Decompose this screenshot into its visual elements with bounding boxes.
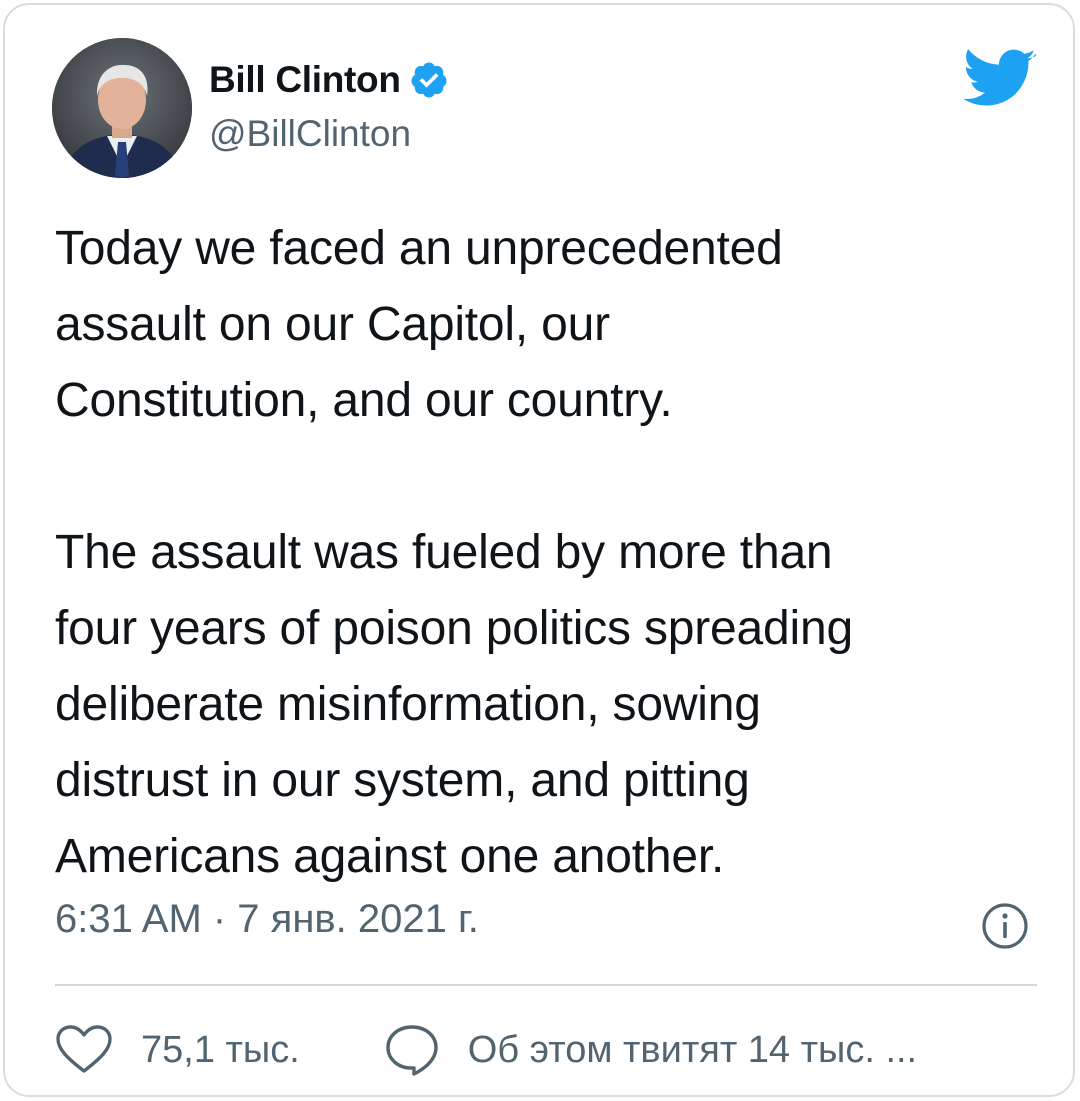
tweet-text: Today we faced an unprecedented assault … (55, 222, 853, 883)
tweet-actions: 75,1 тыс. Об этом твитят 14 тыс. ... (55, 1020, 917, 1080)
tweet-card[interactable]: Bill Clinton @BillClinton Today we faced… (3, 3, 1075, 1097)
info-icon[interactable] (980, 901, 1030, 951)
twitter-bird-icon[interactable] (963, 49, 1037, 109)
author-name-row[interactable]: Bill Clinton (209, 55, 449, 105)
reply-button[interactable]: Об этом твитят 14 тыс. ... (384, 1023, 917, 1077)
author-handle[interactable]: @BillClinton (209, 113, 411, 155)
author-display-name[interactable]: Bill Clinton (209, 59, 401, 101)
verified-badge-icon (409, 60, 449, 100)
divider (55, 984, 1037, 986)
like-count: 75,1 тыс. (141, 1028, 300, 1071)
like-button[interactable]: 75,1 тыс. (55, 1024, 300, 1076)
reply-count: Об этом твитят 14 тыс. ... (467, 1028, 918, 1071)
heart-icon (56, 1025, 112, 1073)
tweet-timestamp[interactable]: 6:31 AM · 7 янв. 2021 г. (55, 897, 479, 942)
author-avatar[interactable] (52, 38, 192, 178)
speech-bubble-icon (386, 1025, 438, 1076)
